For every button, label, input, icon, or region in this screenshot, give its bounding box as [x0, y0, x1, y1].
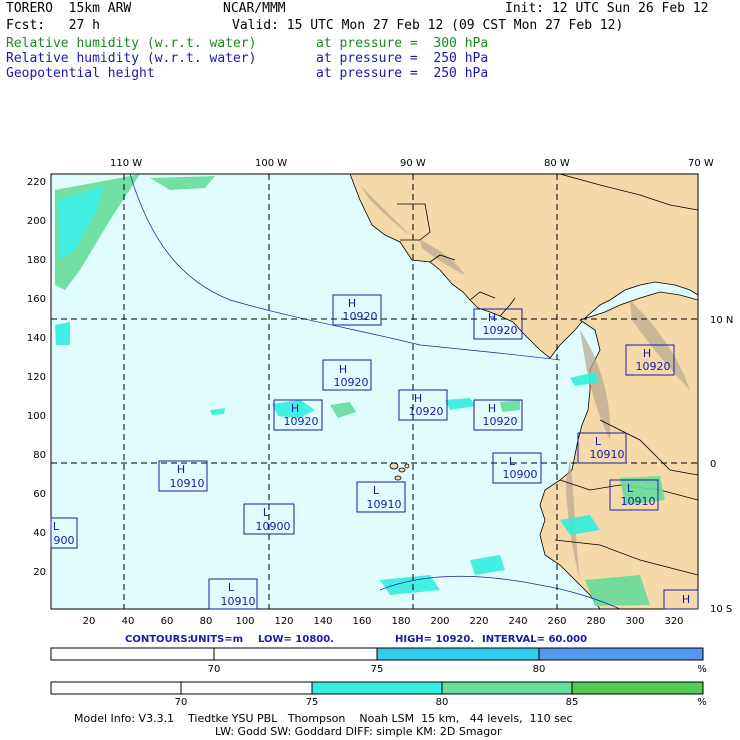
x-tick-label: 120 — [274, 616, 293, 627]
center-type: H — [177, 463, 185, 476]
colorbar-250-label: 70 — [208, 664, 221, 675]
y-tick-label: 20 — [33, 567, 46, 578]
center-value: 10920 — [409, 405, 444, 418]
center-value: 10920 — [284, 415, 319, 428]
x-tick-label: 260 — [547, 616, 566, 627]
y-tick-label: 40 — [33, 528, 46, 539]
lat-label: 10 S — [710, 604, 732, 615]
center-value: 10920 — [334, 376, 369, 389]
y-tick-label: 160 — [27, 294, 46, 305]
colorbar-300-segment — [311, 681, 443, 695]
x-tick-label: 320 — [664, 616, 683, 627]
center-value: 10910 — [221, 595, 256, 608]
contour-units: UNITS=m — [190, 634, 243, 645]
colorbar-250-label: % — [697, 664, 707, 675]
center-value: 10920 — [483, 415, 518, 428]
center-value: 10910 — [621, 495, 656, 508]
x-tick-label: 20 — [83, 616, 96, 627]
colorbar-250: 70 75 80 % — [50, 647, 707, 675]
x-tick-label: 40 — [122, 616, 135, 627]
contour-interval: INTERVAL= 60.000 — [482, 634, 587, 645]
x-tick-label: 200 — [430, 616, 449, 627]
colorbar-300-label: 80 — [436, 697, 449, 708]
center-type: H — [488, 402, 496, 415]
center-value: 10900 — [256, 520, 291, 533]
lon-label: 80 W — [544, 158, 570, 169]
colorbar-300-segment — [571, 681, 704, 695]
colorbar-300-label: 75 — [306, 697, 319, 708]
center-type: H — [682, 593, 690, 606]
y-tick-label: 60 — [33, 489, 46, 500]
center-type: L — [595, 435, 602, 448]
lon-label: 100 W — [255, 158, 287, 169]
model-info-line2: LW: Godd SW: Goddard DIFF: simple KM: 2D… — [215, 725, 502, 738]
center-type: H — [339, 363, 347, 376]
model-info-line1: Model Info: V3.3.1 Tiedtke YSU PBL Thomp… — [74, 712, 573, 725]
center-type: H — [488, 311, 496, 324]
x-tick-label: 160 — [352, 616, 371, 627]
y-tick-label: 200 — [27, 216, 46, 227]
center-type: L — [373, 484, 380, 497]
center-value: 10920 — [343, 310, 378, 323]
lon-label: 110 W — [110, 158, 142, 169]
center-type: L — [53, 520, 60, 533]
y-tick-label: 220 — [27, 177, 46, 188]
center-type: H — [291, 402, 299, 415]
y-tick-label: 140 — [27, 333, 46, 344]
x-tick-label: 140 — [313, 616, 332, 627]
contour-label: CONTOURS: — [125, 634, 192, 645]
y-tick-label: 180 — [27, 255, 46, 266]
x-tick-label: 300 — [625, 616, 644, 627]
y-tick-label: 120 — [27, 372, 46, 383]
lat-label: 0 — [710, 459, 716, 470]
colorbar-300-segment — [441, 681, 573, 695]
center-type: L — [228, 581, 235, 594]
center-value: 10920 — [483, 324, 518, 337]
y-tick-label: 100 — [27, 411, 46, 422]
lon-label: 90 W — [400, 158, 426, 169]
center-value: 10910 — [367, 498, 402, 511]
map-figure: 110 W 100 W 90 W 80 W 70 W 10 N 0 10 S 2… — [27, 158, 733, 708]
center-type: H — [414, 392, 422, 405]
colorbar-300: 70 75 80 85 % — [50, 681, 707, 708]
x-tick-label: 280 — [586, 616, 605, 627]
x-tick-label: 240 — [508, 616, 527, 627]
colorbar-250-label: 80 — [533, 664, 546, 675]
lat-label: 10 N — [710, 315, 733, 326]
center-value: 10910 — [590, 448, 625, 461]
x-tick-label: 60 — [161, 616, 174, 627]
contour-low: LOW= 10800. — [258, 634, 334, 645]
center-value: 10900 — [503, 468, 538, 481]
colorbar-300-label: % — [697, 697, 707, 708]
colorbar-300-label: 70 — [175, 697, 188, 708]
center-type: L — [263, 506, 270, 519]
center-type: L — [627, 482, 634, 495]
x-tick-label: 100 — [235, 616, 254, 627]
center-type: L — [509, 455, 516, 468]
lon-label: 70 W — [688, 158, 714, 169]
x-tick-label: 220 — [469, 616, 488, 627]
x-tick-label: 180 — [391, 616, 410, 627]
colorbar-250-label: 75 — [371, 664, 384, 675]
y-tick-label: 80 — [33, 450, 46, 461]
center-value: 900 — [54, 534, 75, 547]
colorbar-250-segment — [538, 647, 704, 661]
contour-high: HIGH= 10920. — [395, 634, 474, 645]
x-tick-label: 80 — [200, 616, 213, 627]
center-value: 10920 — [636, 360, 671, 373]
center-type: H — [348, 297, 356, 310]
center-value: 10910 — [170, 477, 205, 490]
colorbar-250-segment — [376, 647, 540, 661]
center-type: H — [643, 347, 651, 360]
colorbar-300-label: 85 — [566, 697, 579, 708]
